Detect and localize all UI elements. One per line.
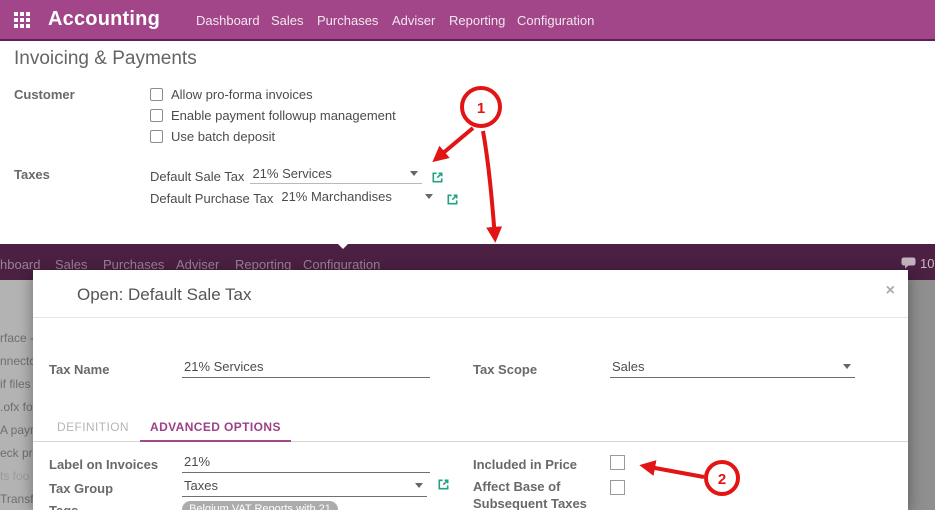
option-batch-deposit: Use batch deposit [150,129,275,144]
clipped-text: ts foo [0,469,29,483]
tax-tag-pill[interactable]: Belgium VAT Reports with 21 [182,501,338,510]
default-purchase-tax-select[interactable]: 21% Marchandises [279,189,437,206]
page-title: Invoicing & Payments [14,48,197,70]
modal-open-default-sale-tax: Open: Default Sale Tax × Tax Name 21% Se… [33,270,908,510]
clipped-text: eck pri [0,446,33,460]
tax-scope-select[interactable]: Sales [610,359,855,378]
included-in-price-checkbox[interactable] [610,455,625,470]
taxes-group-label: Taxes [14,167,50,182]
select-value: 21% Services [252,166,331,181]
checkbox[interactable] [150,88,163,101]
select-value: Sales [612,359,645,374]
affect-base-checkbox[interactable] [610,480,625,495]
menu-item-reporting[interactable]: Reporting [449,13,505,28]
annotation-arrow-to-external-link [436,128,473,159]
chat-bubble-icon [901,257,917,270]
external-link-icon[interactable] [431,171,444,184]
option-allow-proforma: Allow pro-forma invoices [150,87,313,102]
modal-title: Open: Default Sale Tax [77,285,252,305]
top-navbar: Accounting Dashboard Sales Purchases Adv… [0,0,935,41]
tags-label: Tags [49,503,78,510]
tab-definition[interactable]: DEFINITION [47,416,139,441]
chevron-down-icon[interactable] [843,364,851,369]
external-link-icon[interactable] [446,193,459,206]
clipped-text: nnecto [0,354,33,368]
close-icon[interactable]: × [886,283,895,299]
select-value: Taxes [184,478,218,493]
chevron-down-icon[interactable] [410,171,418,176]
checkbox-label: Allow pro-forma invoices [171,87,313,102]
annotation-circle-1 [462,88,500,126]
default-sale-tax-row: Default Sale Tax 21% Services [150,166,444,184]
menu-caret-notch [338,244,348,249]
menu-item-sales[interactable]: Sales [271,13,304,28]
option-payment-followup: Enable payment followup management [150,108,396,123]
label-on-invoices-input[interactable]: 21% [182,454,430,473]
clipped-text: A paym [0,423,33,437]
chevron-down-icon[interactable] [425,194,433,199]
annotation-number-1: 1 [477,100,485,117]
modal-header: Open: Default Sale Tax × [33,270,908,318]
default-purchase-tax-row: Default Purchase Tax 21% Marchandises [150,189,459,206]
menu-item-configuration[interactable]: Configuration [517,13,594,28]
select-value: 21% Marchandises [281,189,392,204]
checkbox-label: Use batch deposit [171,129,275,144]
menu-item-purchases[interactable]: Purchases [317,13,378,28]
default-sale-tax-select[interactable]: 21% Services [250,166,422,184]
checkbox-label: Enable payment followup management [171,108,396,123]
tax-name-input[interactable]: 21% Services [182,359,430,378]
menu-item-dashboard[interactable]: Dashboard [196,13,260,28]
annotation-arrow-to-modal [483,131,495,238]
tax-name-label: Tax Name [49,362,109,377]
tax-scope-label: Tax Scope [473,362,537,377]
chevron-down-icon[interactable] [415,483,423,488]
screen: Accounting Dashboard Sales Purchases Adv… [0,0,935,510]
tax-group-label: Tax Group [49,481,113,496]
clipped-text: .ofx fo [0,400,33,414]
affect-base-label: Affect Base of Subsequent Taxes [473,478,601,510]
checkbox[interactable] [150,109,163,122]
included-in-price-label: Included in Price [473,457,577,472]
messages-indicator[interactable]: 10 [901,256,934,271]
clipped-text: Transf [0,492,33,506]
external-link-icon[interactable] [437,478,450,491]
label-on-invoices-label: Label on Invoices [49,457,158,472]
menu-item-adviser[interactable]: Adviser [392,13,435,28]
checkbox[interactable] [150,130,163,143]
dimmed-page-right-edge [908,280,935,510]
field-label: Default Purchase Tax [150,191,273,206]
tab-advanced-options[interactable]: ADVANCED OPTIONS [140,416,291,442]
customer-group-label: Customer [14,87,75,102]
clipped-text: if files [0,377,31,391]
app-title[interactable]: Accounting [48,8,160,31]
dimmed-page-left-edge: rface - nnecto if files .ofx fo A paym e… [0,280,33,510]
messages-count: 10 [920,256,934,271]
field-label: Default Sale Tax [150,169,244,184]
apps-grid-icon[interactable] [14,12,30,28]
tax-group-select[interactable]: Taxes [182,478,427,497]
modal-tabs: DEFINITION ADVANCED OPTIONS [33,416,908,442]
clipped-text: rface - [0,331,33,345]
